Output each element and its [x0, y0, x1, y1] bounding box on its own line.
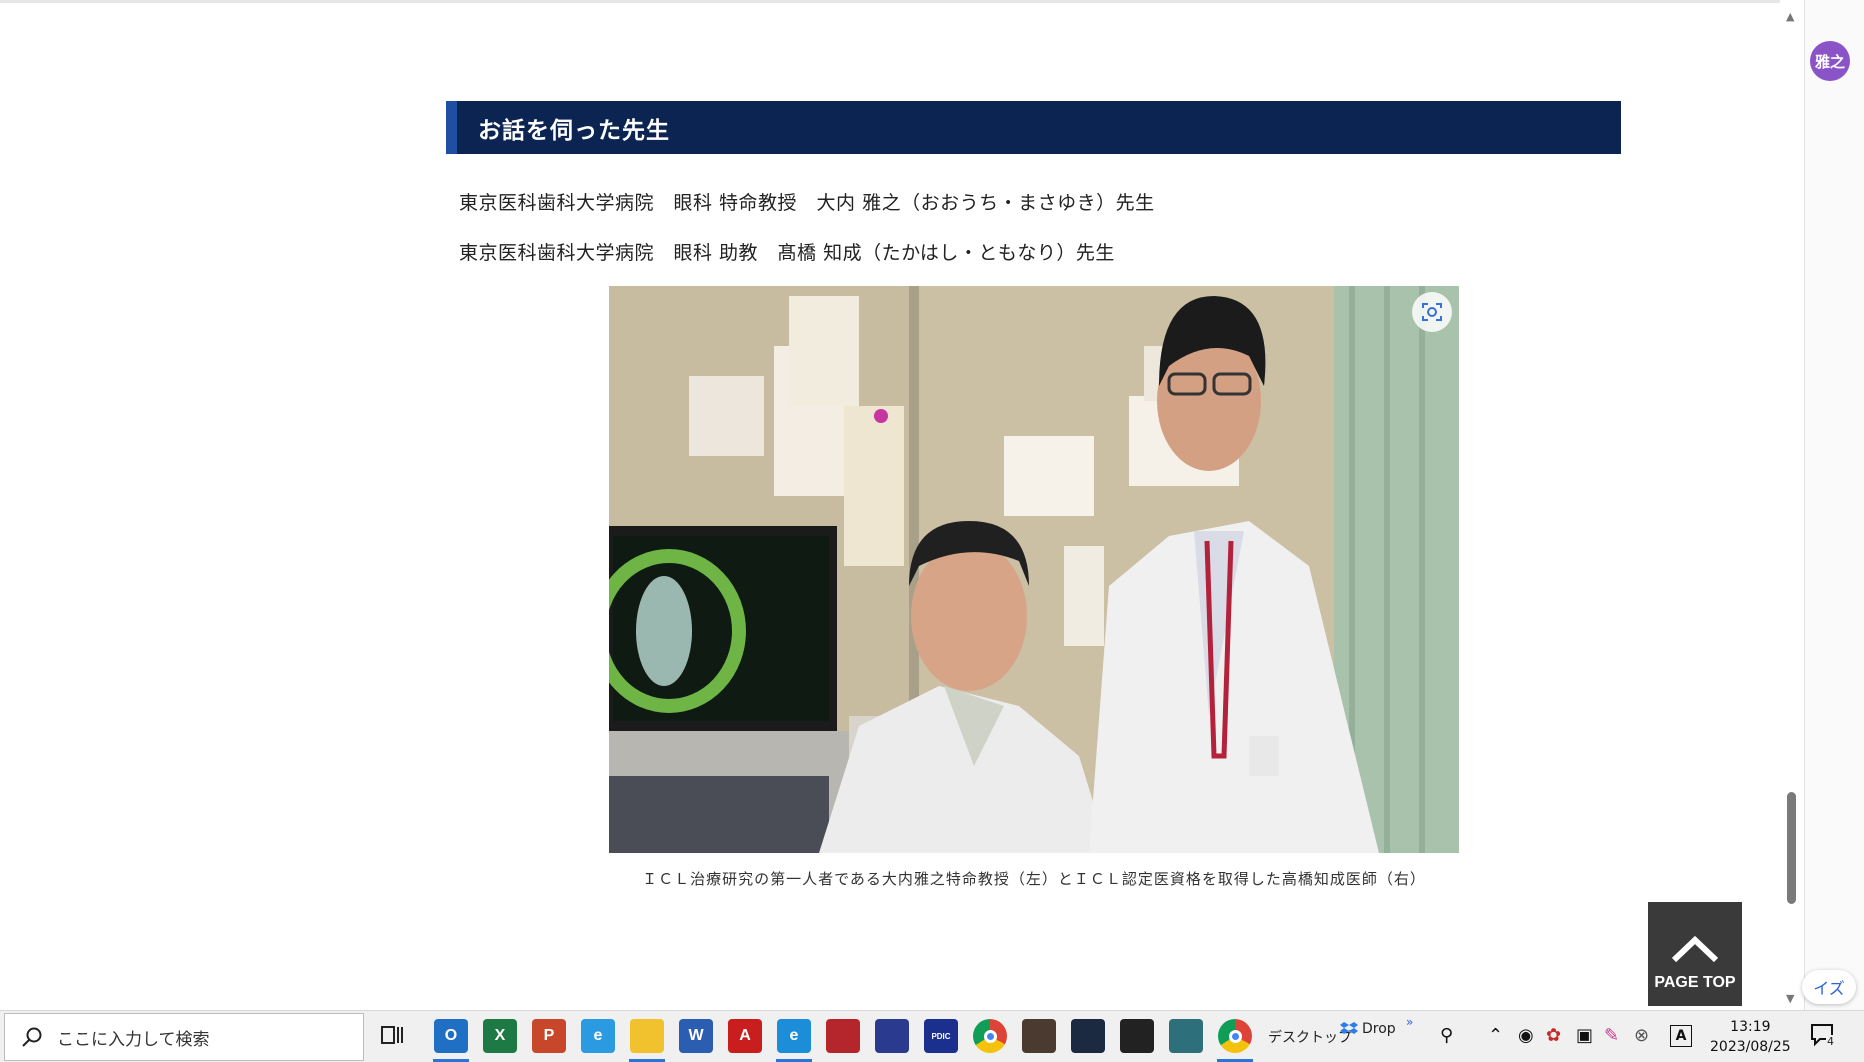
- scroll-up-arrow-icon[interactable]: ▲: [1786, 10, 1794, 23]
- clock-time: 13:19: [1730, 1019, 1771, 1035]
- page-top-button[interactable]: PAGE TOP: [1648, 902, 1742, 1006]
- dropbox-icon: [1340, 1022, 1358, 1034]
- chrome-icon[interactable]: [973, 1019, 1007, 1053]
- photo-caption: ＩＣＬ治療研究の第一人者である大内雅之特命教授（左）とＩＣＬ認定医資格を取得した…: [642, 870, 1426, 888]
- section-header-accent: [446, 101, 457, 154]
- tray-expand-chevron-icon[interactable]: ⌃: [1488, 1025, 1503, 1046]
- record-icon[interactable]: ◉: [1518, 1025, 1534, 1046]
- doctors-photo: [609, 286, 1459, 853]
- file-explorer-icon[interactable]: [630, 1019, 664, 1053]
- close-circle-icon[interactable]: ⊗: [1634, 1025, 1649, 1046]
- vertical-scrollbar[interactable]: ▲ ▼: [1780, 0, 1804, 1010]
- browser-content: お話を伺った先生 東京医科歯科大学病院 眼科 特命教授 大内 雅之（おおうち・ま…: [0, 0, 1804, 1010]
- taskbar-clock[interactable]: 13:19 2023/08/25: [1710, 1017, 1791, 1057]
- toolbar-overflow-icon[interactable]: »: [1406, 1015, 1413, 1029]
- camera-icon[interactable]: ▣: [1576, 1025, 1593, 1046]
- clock-date: 2023/08/25: [1710, 1039, 1791, 1055]
- internet-explorer-icon[interactable]: e: [581, 1019, 615, 1053]
- word-icon[interactable]: W: [679, 1019, 713, 1053]
- taskbar-search-box[interactable]: ここに入力して検索: [4, 1013, 364, 1061]
- outlook-icon[interactable]: O: [434, 1019, 468, 1053]
- acrobat-icon[interactable]: A: [728, 1019, 762, 1053]
- excel-icon[interactable]: X: [483, 1019, 517, 1053]
- notification-center-icon[interactable]: 4: [1810, 1023, 1838, 1049]
- profile-avatar[interactable]: 雅之: [1810, 41, 1850, 81]
- sticky-notes-icon[interactable]: [1120, 1019, 1154, 1053]
- dropbox-toolbar[interactable]: Drop: [1340, 1021, 1396, 1037]
- side-panel-button[interactable]: イズ: [1802, 970, 1856, 1004]
- section-header: お話を伺った先生: [446, 101, 1621, 154]
- scroll-down-arrow-icon[interactable]: ▼: [1786, 992, 1794, 1005]
- search-icon: [22, 1027, 42, 1047]
- app-dark-icon[interactable]: [1071, 1019, 1105, 1053]
- paint-tray-icon[interactable]: ✎: [1604, 1025, 1619, 1046]
- scroll-thumb[interactable]: [1787, 792, 1796, 904]
- lens-icon: [1422, 303, 1442, 321]
- section-title: お話を伺った先生: [478, 117, 670, 144]
- powerpoint-icon[interactable]: P: [532, 1019, 566, 1053]
- chevron-up-icon: [1671, 935, 1719, 963]
- app-eye-icon[interactable]: [1022, 1019, 1056, 1053]
- page-top-label: PAGE TOP: [1654, 974, 1736, 991]
- search-placeholder: ここに入力して検索: [57, 1029, 210, 1050]
- top-divider: [0, 0, 1804, 3]
- edge-icon[interactable]: e: [777, 1019, 811, 1053]
- image-search-lens-button[interactable]: [1412, 292, 1452, 332]
- notification-count: 4: [1826, 1035, 1835, 1048]
- task-view-icon[interactable]: [380, 1023, 404, 1052]
- app-red-icon[interactable]: [826, 1019, 860, 1053]
- browser-side-panel: [1804, 0, 1864, 1010]
- app-tray-icon[interactable]: ✿: [1546, 1025, 1561, 1046]
- dropbox-label: Drop: [1362, 1021, 1396, 1037]
- app-pdic-icon[interactable]: PDIC: [924, 1019, 958, 1053]
- ime-mode-icon[interactable]: A: [1670, 1025, 1692, 1047]
- chrome-profile-icon[interactable]: [1218, 1019, 1252, 1053]
- people-icon[interactable]: ⚲: [1440, 1025, 1453, 1046]
- windows-taskbar: ここに入力して検索 O X Pe W Ae PDIC デスクトップ Drop » ⚲ ⌃ …: [0, 1010, 1864, 1062]
- app-arrow-icon[interactable]: [875, 1019, 909, 1053]
- doctor-line-1: 東京医科歯科大学病院 眼科 特命教授 大内 雅之（おおうち・まさゆき）先生: [459, 192, 1155, 214]
- doctor-line-2: 東京医科歯科大学病院 眼科 助教 髙橋 知成（たかはし・ともなり）先生: [459, 242, 1115, 264]
- app-monitor-icon[interactable]: [1169, 1019, 1203, 1053]
